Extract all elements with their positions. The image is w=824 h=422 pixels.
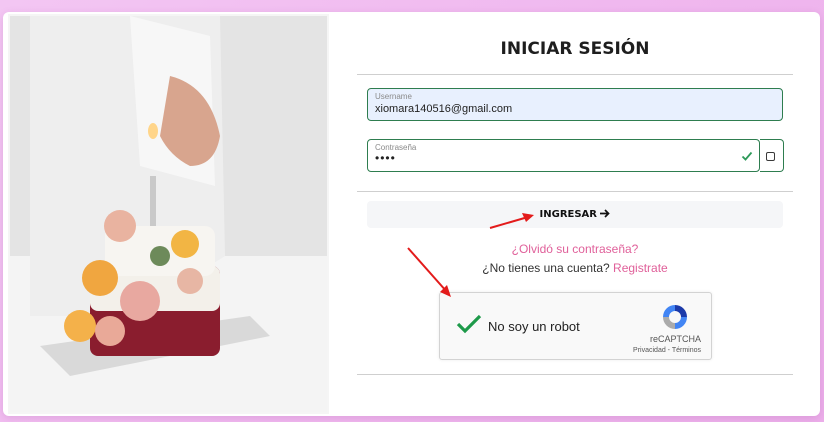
- check-icon: [741, 149, 753, 167]
- login-button[interactable]: INGRESAR: [367, 201, 783, 228]
- cake-photo: [8, 14, 329, 414]
- forgot-password-link[interactable]: ¿Olvidó su contraseña?: [512, 242, 639, 256]
- no-account-text: ¿No tienes una cuenta?: [482, 261, 610, 275]
- arrow-right-icon: [600, 209, 611, 220]
- checkbox-icon: [766, 152, 775, 161]
- recaptcha-terms-link[interactable]: Privacidad - Términos: [633, 347, 701, 354]
- recaptcha-brand: reCAPTCHA: [649, 334, 701, 344]
- divider: [357, 74, 793, 75]
- login-form: INICIAR SESIÓN Username xiomara140516@gm…: [357, 12, 793, 416]
- login-button-label: INGRESAR: [539, 209, 597, 220]
- divider: [357, 191, 793, 192]
- recaptcha-logo-icon: [660, 302, 690, 337]
- username-label: Username: [375, 92, 412, 101]
- password-field[interactable]: Contraseña ••••: [367, 139, 760, 172]
- page-title: INICIAR SESIÓN: [500, 39, 650, 59]
- password-value: ••••: [375, 151, 396, 165]
- recaptcha-label: No soy un robot: [488, 319, 580, 334]
- show-password-toggle[interactable]: [760, 139, 784, 172]
- register-link[interactable]: Registrate: [613, 261, 668, 275]
- divider: [357, 374, 793, 375]
- username-field[interactable]: Username xiomara140516@gmail.com: [367, 88, 783, 121]
- recaptcha-checkbox[interactable]: [456, 313, 482, 340]
- recaptcha-widget: No soy un robot reCAPTCHA Privacidad - T…: [439, 292, 712, 360]
- username-value: xiomara140516@gmail.com: [375, 103, 513, 115]
